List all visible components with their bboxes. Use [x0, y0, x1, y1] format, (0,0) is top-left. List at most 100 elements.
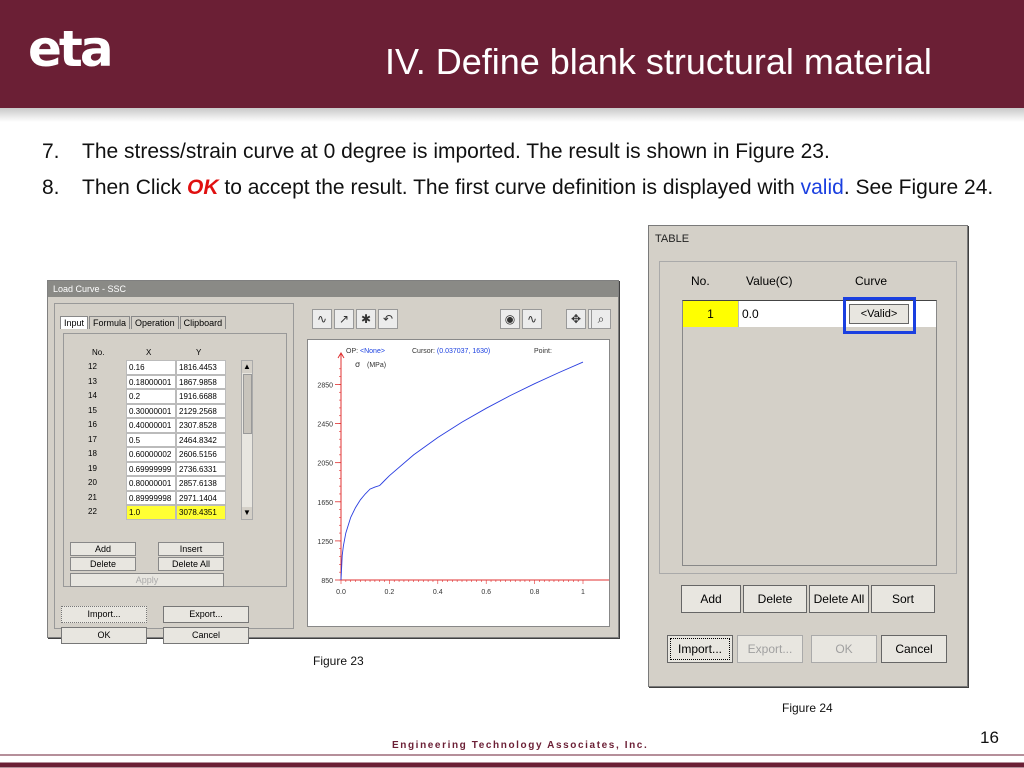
grid-row-number: 17	[88, 434, 97, 444]
scroll-thumb[interactable]	[243, 374, 252, 434]
grid-row[interactable]: 17 0.5 2464.8342	[78, 432, 241, 447]
add-point-icon[interactable]: ∿	[312, 309, 332, 329]
scroll-down-icon[interactable]: ▼	[242, 507, 252, 519]
tab-formula[interactable]: Formula	[89, 316, 131, 329]
grid-x-cell[interactable]: 0.80000001	[126, 476, 176, 491]
grid-row[interactable]: 18 0.60000002 2606.5156	[78, 447, 241, 462]
grid-y-cell[interactable]: 2307.8528	[176, 418, 226, 433]
cancel-button[interactable]: Cancel	[881, 635, 947, 663]
window-title: Load Curve - SSC	[48, 281, 618, 297]
grid-row[interactable]: 22 1.0 3078.4351	[78, 505, 241, 520]
col-curve-header: Curve	[855, 274, 888, 288]
grid-y-cell[interactable]: 2971.1404	[176, 490, 226, 505]
undo-icon[interactable]: ↶	[378, 309, 398, 329]
y-tick-label: 1250	[317, 539, 333, 546]
import-button[interactable]: Import...	[61, 606, 147, 623]
add-button[interactable]: Add	[681, 585, 741, 613]
grid-row-number: 12	[88, 362, 97, 371]
export-button[interactable]: Export...	[163, 606, 249, 623]
grid-y-cell[interactable]: 1916.6688	[176, 389, 226, 404]
cancel-button[interactable]: Cancel	[163, 627, 249, 644]
window-title: TABLE	[655, 233, 690, 245]
grid-y-cell[interactable]: 2464.8342	[176, 432, 226, 447]
tab-operation[interactable]: Operation	[131, 316, 179, 329]
curve-style-icon[interactable]: ∿	[522, 309, 542, 329]
grid-y-cell[interactable]: 2129.2568	[176, 403, 226, 418]
grid-x-cell[interactable]: 0.30000001	[126, 403, 176, 418]
grid-x-cell[interactable]: 1.0	[126, 505, 176, 520]
grid-row[interactable]: 15 0.30000001 2129.2568	[78, 403, 241, 418]
grid-y-cell[interactable]: 1867.9858	[176, 374, 226, 389]
grid-x-cell[interactable]: 0.40000001	[126, 418, 176, 433]
bullet-7: 7. The stress/strain curve at 0 degree i…	[42, 138, 1002, 166]
delete-point-icon[interactable]: ✱	[356, 309, 376, 329]
grid-x-cell[interactable]: 0.60000002	[126, 447, 176, 462]
grid-y-cell[interactable]: 2606.5156	[176, 447, 226, 462]
plot-toolbar: ∿ ↗ ✱ ↶ ◉ ∿ ✥ ⊡	[310, 307, 608, 333]
y-tick-label: 2450	[317, 422, 333, 429]
col-value-header: Value(C)	[746, 274, 793, 288]
grid-y-cell[interactable]: 1816.4453	[176, 360, 226, 375]
x-tick-label: 1	[581, 589, 585, 596]
eta-logo: eta	[28, 20, 114, 78]
move-point-icon[interactable]: ↗	[334, 309, 354, 329]
grid-x-cell[interactable]: 0.16	[126, 360, 176, 375]
row-number-cell[interactable]: 1	[683, 301, 739, 327]
insert-button[interactable]: Insert	[158, 542, 224, 556]
grid-x-cell[interactable]: 0.18000001	[126, 374, 176, 389]
grid-row-number: 16	[88, 420, 97, 429]
plot-pane: ∿ ↗ ✱ ↶ ◉ ∿ ✥ ⊡ ⌕ OP: <None> Cursor:	[304, 303, 613, 629]
grid-row[interactable]: 19 0.69999999 2736.6331	[78, 461, 241, 476]
table-body: 1 0.0 <Valid>	[682, 300, 937, 566]
grid-x-cell[interactable]: 0.89999998	[126, 490, 176, 505]
value-cell[interactable]: 0.0	[739, 301, 843, 327]
sort-button[interactable]: Sort	[871, 585, 935, 613]
grid-y-cell[interactable]: 2857.6138	[176, 476, 226, 491]
col-no-header: No.	[691, 274, 710, 288]
grid-row[interactable]: 20 0.80000001 2857.6138	[78, 476, 241, 491]
x-tick-label: 0.6	[481, 589, 491, 596]
grid-row[interactable]: 12 0.16 1816.4453	[78, 360, 241, 375]
grid-row[interactable]: 13 0.18000001 1867.9858	[78, 374, 241, 389]
col-y-header: Y	[196, 348, 202, 357]
grid-y-cell[interactable]: 2736.6331	[176, 461, 226, 476]
load-curve-window: Load Curve - SSC Input Formula Operation…	[47, 280, 619, 644]
tab-bar: Input Formula Operation Clipboard	[60, 316, 227, 329]
import-button[interactable]: Import...	[667, 635, 733, 663]
delete-all-button[interactable]: Delete All	[809, 585, 869, 613]
scroll-up-icon[interactable]: ▲	[242, 361, 252, 373]
grid-scrollbar[interactable]: ▲ ▼	[241, 360, 253, 520]
plot-area[interactable]: OP: <None> Cursor: (0.037037, 1630) Poin…	[307, 339, 610, 627]
grid-rows: 12 0.16 1816.4453 13 0.18000001 1867.9858 14 0.…	[78, 360, 241, 520]
grid-row[interactable]: 14 0.2 1916.6688	[78, 389, 241, 404]
view-curve-icon[interactable]: ◉	[500, 309, 520, 329]
tab-clipboard[interactable]: Clipboard	[179, 316, 227, 329]
tab-input[interactable]: Input	[60, 316, 89, 329]
delete-button[interactable]: Delete	[70, 557, 136, 571]
pan-icon[interactable]: ✥	[566, 309, 586, 329]
col-no-header: No.	[92, 348, 105, 357]
grid-row[interactable]: 21 0.89999998 2971.1404	[78, 490, 241, 505]
apply-button[interactable]: Apply	[70, 573, 224, 587]
y-unit: (MPa)	[367, 362, 386, 369]
add-button[interactable]: Add	[70, 542, 136, 556]
grid-x-cell[interactable]: 0.5	[126, 432, 176, 447]
export-button[interactable]: Export...	[737, 635, 803, 663]
ok-button[interactable]: OK	[61, 627, 147, 644]
grid-x-cell[interactable]: 0.69999999	[126, 461, 176, 476]
zoom-icon[interactable]: ⌕	[591, 309, 611, 329]
input-pane: Input Formula Operation Clipboard No. X …	[54, 303, 294, 644]
grid-y-cell[interactable]: 3078.4351	[176, 505, 226, 520]
y-tick-label: 1650	[317, 500, 333, 507]
y-symbol: σ	[355, 360, 360, 369]
grid-x-cell[interactable]: 0.2	[126, 389, 176, 404]
delete-all-button[interactable]: Delete All	[158, 557, 224, 571]
stress-strain-chart: 0.0 0.2 0.4 0.6 0.8 185012501650205024502850 …	[317, 352, 609, 596]
grid-row-number: 22	[88, 507, 97, 516]
page-number: 16	[980, 728, 999, 747]
delete-button[interactable]: Delete	[743, 585, 807, 613]
grid-row[interactable]: 16 0.40000001 2307.8528	[78, 418, 241, 433]
bullet-text-post: . See Figure 24.	[843, 176, 994, 199]
ok-button[interactable]: OK	[811, 635, 877, 663]
slide: eta IV. Define blank structural material…	[0, 0, 1024, 768]
